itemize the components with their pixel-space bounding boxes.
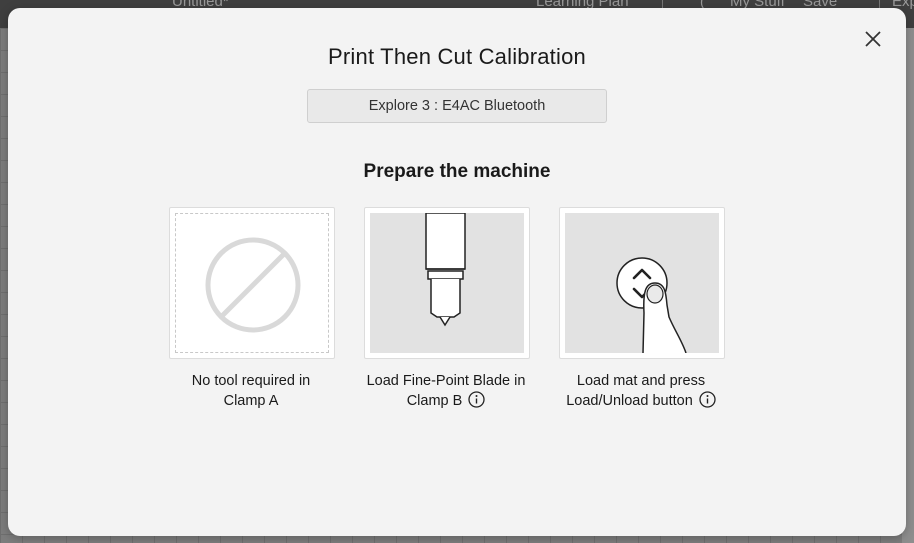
no-tool-illustration: [175, 213, 329, 353]
caption-line: Clamp B: [406, 393, 463, 409]
step-card-clamp-a: [169, 207, 335, 359]
load-unload-illustration: [565, 213, 719, 354]
section-heading: Prepare the machine: [363, 161, 551, 182]
modal-title: Print Then Cut Calibration: [328, 44, 586, 69]
info-icon[interactable]: [699, 391, 716, 414]
load-unload-button-icon: [616, 257, 687, 354]
blade-illustration: [370, 212, 524, 353]
step-card-load-mat: [559, 207, 725, 359]
caption-line: Clamp A: [223, 393, 279, 409]
step-caption-clamp-b: Load Fine-Point Blade in Clamp B: [346, 371, 546, 414]
step-caption-clamp-a: No tool required in Clamp A: [151, 371, 351, 411]
calibration-modal: Print Then Cut Calibration Explore 3 : E…: [8, 8, 906, 536]
step-caption-load-mat: Load mat and press Load/Unload button: [541, 371, 741, 414]
caption-line: No tool required in: [191, 373, 311, 389]
caption-line: Load Fine-Point Blade in: [366, 373, 526, 389]
machine-selector[interactable]: Explore 3 : E4AC Bluetooth: [307, 89, 607, 123]
step-card-clamp-b: [364, 207, 530, 359]
no-tool-icon: [205, 237, 301, 333]
fine-point-blade-icon: [425, 212, 466, 327]
caption-line: Load mat and press: [576, 373, 706, 389]
info-icon[interactable]: [468, 391, 485, 414]
caption-line: Load/Unload button: [566, 393, 693, 409]
